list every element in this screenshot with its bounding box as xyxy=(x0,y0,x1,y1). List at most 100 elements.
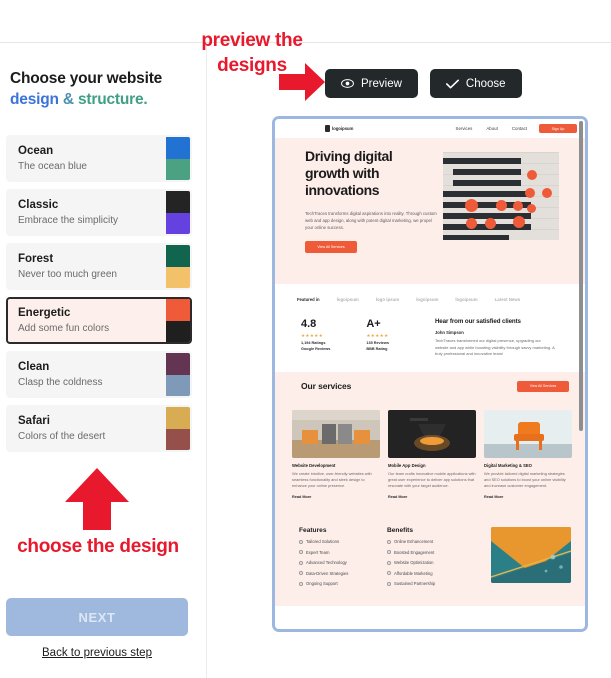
website-preview-frame[interactable]: logoipsum Services About Contact Sign Up D… xyxy=(272,116,588,632)
theme-item-ocean[interactable]: Ocean The ocean blue xyxy=(6,135,192,182)
preview-service-desc: We create intuitive, user-friendly websi… xyxy=(292,470,372,489)
choose-button[interactable]: Choose xyxy=(429,69,522,98)
preview-featured-row: Featured in logoipsum logo ipsum logoipsum… xyxy=(275,284,585,314)
preview-logo: logoipsum xyxy=(325,125,353,132)
preview-testimonial-body: TechTraces transformed our digital prese… xyxy=(434,338,555,357)
preview-feature-label: Online Enhancement xyxy=(394,539,434,545)
swatch-top xyxy=(166,407,190,429)
preview-service-read-more: Read More xyxy=(388,494,408,499)
theme-desc: Colors of the desert xyxy=(18,431,106,442)
preview-feature-item: Affordable Marketing xyxy=(387,571,463,576)
preview-feature-label: Sustained Partnership xyxy=(394,581,436,587)
preview-feature-item: Online Enhancement xyxy=(387,539,463,544)
preview-logo-label: logoipsum xyxy=(332,126,354,131)
preview-stat-line2: BBB Rating xyxy=(366,347,388,351)
preview-service-title: Website Development xyxy=(292,462,336,468)
website-preview-content: logoipsum Services About Contact Sign Up D… xyxy=(275,119,585,629)
preview-featured-logo: logo ipsum xyxy=(375,296,400,302)
preview-service-image xyxy=(484,409,572,458)
bullet-icon xyxy=(299,539,303,544)
preview-nav-link: About xyxy=(486,126,498,131)
preview-service-image xyxy=(292,409,380,458)
preview-stat-line2: Google Reviews xyxy=(301,347,331,351)
next-button[interactable]: NEXT xyxy=(6,598,188,636)
theme-swatches xyxy=(166,407,190,450)
theme-name: Safari xyxy=(18,415,50,427)
preview-featured-logo: logoipsum xyxy=(455,296,478,302)
preview-stat-line1: 135 Reviews xyxy=(366,341,389,345)
title-word-design: design xyxy=(10,91,59,108)
preview-featured-logo: logoipsum xyxy=(336,296,359,302)
bullet-icon xyxy=(387,571,391,576)
theme-name: Ocean xyxy=(18,145,54,157)
preview-featured-label: Featured in xyxy=(297,296,320,302)
swatch-bottom xyxy=(166,428,190,450)
swatch-bottom xyxy=(166,158,190,180)
bullet-icon xyxy=(387,550,391,555)
theme-desc: The ocean blue xyxy=(18,161,87,172)
preview-features-list: Tailored Solutions Expert Team Advanced Te… xyxy=(299,539,375,586)
preview-feature-item: Tailored Solutions xyxy=(299,539,375,544)
logo-mark-icon xyxy=(325,125,330,132)
panel-divider xyxy=(206,43,207,678)
theme-list: Ocean The ocean blue Classic Embrace the si… xyxy=(6,135,192,459)
theme-text: Safari Colors of the desert xyxy=(8,407,166,450)
preview-hero: Driving digital growth with innovations … xyxy=(275,138,585,284)
bullet-icon xyxy=(387,539,391,544)
preview-services-heading: Our services xyxy=(301,380,352,391)
preview-button-label: Preview xyxy=(361,77,402,90)
preview-stats-group: 4.8 ★★★★★ 1,194 Ratings Google Reviews A+ ★★★… xyxy=(301,318,389,358)
preview-feature-label: Boosted Engagement xyxy=(394,549,435,555)
swatch-bottom xyxy=(166,266,190,288)
preview-feature-label: Advanced Technology xyxy=(306,560,347,566)
preview-scrollbar[interactable] xyxy=(579,121,583,431)
preview-stat-number: 4.8 xyxy=(301,318,317,330)
theme-name: Classic xyxy=(18,199,59,211)
check-icon xyxy=(445,79,459,89)
swatch-top xyxy=(166,245,190,267)
preview-feature-label: Affordable Marketing xyxy=(394,570,433,576)
preview-button[interactable]: Preview xyxy=(325,69,418,98)
theme-item-energetic[interactable]: Energetic Add some fun colors xyxy=(6,297,192,344)
preview-feature-label: Expert Team xyxy=(306,549,330,555)
preview-feature-item: Advanced Technology xyxy=(299,560,375,565)
theme-desc: Embrace the simplicity xyxy=(18,215,119,226)
preview-feature-label: Data-Driven Strategies xyxy=(306,570,349,576)
swatch-bottom xyxy=(166,212,190,234)
preview-service-card: Website Development We create intuitive, … xyxy=(292,409,380,499)
preview-features-heading: Features xyxy=(299,526,327,534)
back-to-previous-step-link[interactable]: Back to previous step xyxy=(0,647,194,659)
preview-stat: 4.8 ★★★★★ 1,194 Ratings Google Reviews xyxy=(301,318,330,358)
preview-feature-label: Ongoing Support xyxy=(306,581,338,587)
preview-stat-line1: 1,194 Ratings xyxy=(301,341,326,345)
preview-nav-link: Contact xyxy=(511,126,527,131)
bullet-icon xyxy=(299,581,303,586)
theme-item-safari[interactable]: Safari Colors of the desert xyxy=(6,405,192,452)
swatch-top xyxy=(166,353,190,375)
preview-hero-body: TechTraces transforms digital aspiration… xyxy=(305,211,437,230)
theme-text: Energetic Add some fun colors xyxy=(8,299,166,342)
theme-name: Energetic xyxy=(18,307,71,319)
theme-item-classic[interactable]: Classic Embrace the simplicity xyxy=(6,189,192,236)
preview-featured-logo: Latest News xyxy=(494,296,521,302)
theme-item-forest[interactable]: Forest Never too much green xyxy=(6,243,192,290)
preview-feature-item: Website Optimization xyxy=(387,560,463,565)
theme-item-clean[interactable]: Clean Clasp the coldness xyxy=(6,351,192,398)
preview-services-section: Our services View All Services Website D… xyxy=(275,371,585,513)
preview-feature-label: Tailored Solutions xyxy=(306,539,340,545)
theme-swatches xyxy=(166,191,190,234)
preview-service-card: Digital Marketing & SEO We provide tailor… xyxy=(484,409,572,499)
bullet-icon xyxy=(299,550,303,555)
swatch-bottom xyxy=(166,374,190,396)
preview-nav-link: Services xyxy=(455,126,473,131)
preview-benefits-column: Benefits Online Enhancement Boosted Engag… xyxy=(387,527,463,587)
theme-text: Clean Clasp the coldness xyxy=(8,353,166,396)
preview-service-desc: We provide tailored digital marketing st… xyxy=(484,470,566,489)
page-title-line2: design & structure. xyxy=(10,89,200,110)
preview-hero-title: Driving digital growth with innovations xyxy=(305,148,393,198)
preview-service-read-more: Read More xyxy=(292,494,312,499)
preview-stats-row: 4.8 ★★★★★ 1,194 Ratings Google Reviews A+ ★★★… xyxy=(275,314,585,372)
eye-icon xyxy=(341,79,354,88)
page-title: Choose your website design & structure. xyxy=(10,68,200,110)
preview-stat: A+ ★★★★★ 135 Reviews BBB Rating xyxy=(366,318,389,358)
